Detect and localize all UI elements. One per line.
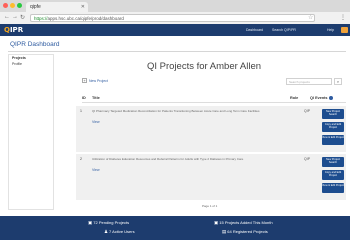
table-row: 1 QI Pharmacy Targeted Medication Reconc…: [76, 106, 346, 152]
column-header-actions: QI Events: [310, 96, 333, 100]
role-value: QIP: [304, 109, 311, 113]
address-row: ← → ↻ https://apps.hsc.ubc.ca/qipfe/prod…: [0, 12, 350, 24]
app-logo[interactable]: QIPR: [4, 26, 23, 34]
column-header-id: ID: [82, 96, 86, 100]
column-header-role[interactable]: Role: [290, 96, 298, 100]
view-edit-button[interactable]: View & Edit Project: [322, 135, 344, 145]
copy-edit-button[interactable]: Copy and Edit Project: [322, 122, 344, 132]
project-title: Utilization of Diabetes Education Resour…: [92, 157, 244, 161]
clipboard-icon: ▤: [222, 229, 227, 234]
sidebar-item-profile[interactable]: Profile: [9, 61, 53, 67]
logo-rest: IPR: [9, 26, 24, 34]
stat-active-users: ♟7 Active Users: [104, 229, 135, 235]
actions-header-label: QI Events: [310, 96, 328, 100]
close-tab-icon[interactable]: ✕: [81, 4, 85, 10]
stats-footer: ▣72 Pending Projects ▣15 Projects Added …: [0, 216, 350, 240]
role-value: QIP: [304, 157, 311, 161]
pagination[interactable]: Page 1 of 1: [202, 204, 217, 208]
stat-pending-text: 72 Pending Projects: [93, 220, 130, 225]
view-link[interactable]: View: [92, 120, 100, 124]
app-topbar: QIPR Dashboard Search QIP/PR Help: [0, 24, 350, 36]
url-path: apps.hsc.ubc.ca/qipfe/prod/dashboard: [47, 16, 124, 21]
stat-registered-text: 64 Registered Projects: [227, 229, 268, 234]
topnav-dashboard[interactable]: Dashboard: [246, 28, 263, 32]
stat-added-this-month: ▣15 Projects Added This Month: [214, 220, 273, 226]
copy-edit-button[interactable]: Copy and Edit Project: [322, 170, 344, 180]
page-title: QI Projects for Amber Allen: [146, 61, 262, 72]
stat-users-text: 7 Active Users: [109, 229, 135, 234]
user-icon: ♟: [104, 229, 109, 234]
address-bar[interactable]: https://apps.hsc.ubc.ca/qipfe/prod/dashb…: [30, 14, 315, 22]
stat-pending-projects: ▣72 Pending Projects: [88, 220, 129, 226]
minimize-window-icon[interactable]: [10, 3, 15, 8]
maximize-window-icon[interactable]: [17, 3, 22, 8]
browser-tab[interactable]: qipfe ✕: [26, 2, 88, 12]
view-edit-button[interactable]: View & Edit Project: [322, 183, 344, 193]
forward-icon[interactable]: →: [12, 14, 18, 20]
folder-icon: ▣: [88, 220, 93, 225]
sidebar: Projects Profile: [8, 54, 54, 210]
project-title: QI Pharmacy Targeted Medication Reconcil…: [92, 109, 260, 113]
back-icon[interactable]: ←: [4, 14, 10, 20]
new-project-link[interactable]: + New Project: [82, 78, 108, 83]
topnav-help[interactable]: Help: [327, 28, 334, 32]
divider: [8, 51, 346, 52]
browser-chrome: qipfe ✕ ← → ↻ https://apps.hsc.ubc.ca/qi…: [0, 0, 350, 24]
column-header-title[interactable]: Title: [92, 96, 100, 100]
new-search-button[interactable]: New Project Search: [322, 109, 344, 119]
search-icon[interactable]: ⌕: [334, 78, 342, 85]
url-scheme: https://: [34, 16, 48, 21]
close-window-icon[interactable]: [3, 3, 8, 8]
main-panel: QI Projects for Amber Allen + New Project…: [62, 54, 346, 210]
new-search-button[interactable]: New Project Search: [322, 157, 344, 167]
plus-icon: +: [82, 78, 87, 83]
new-project-label: New Project: [89, 79, 108, 83]
stat-registered-projects: ▤64 Registered Projects: [222, 229, 268, 235]
topnav-search[interactable]: Search QIP/PR: [272, 28, 296, 32]
row-number: 1: [80, 109, 82, 113]
stat-added-text: 15 Projects Added This Month: [219, 220, 273, 225]
table-row: 2 Utilization of Diabetes Education Reso…: [76, 154, 346, 200]
reload-icon[interactable]: ↻: [20, 14, 25, 21]
table-header: ID Title Role QI Events: [82, 95, 346, 103]
search-input[interactable]: Search projects: [286, 78, 332, 85]
browser-tab-title: qipfe: [30, 4, 41, 10]
bookmark-star-icon[interactable]: ☆: [308, 14, 313, 21]
browser-menu-icon[interactable]: ⋮: [340, 14, 346, 21]
calendar-icon: ▣: [214, 220, 219, 225]
user-menu-button[interactable]: [341, 27, 348, 33]
dashboard-title: QIPR Dashboard: [10, 41, 60, 48]
view-link[interactable]: View: [92, 168, 100, 172]
row-number: 2: [80, 157, 82, 161]
info-icon[interactable]: [328, 96, 333, 100]
tab-strip: qipfe ✕: [0, 0, 350, 12]
